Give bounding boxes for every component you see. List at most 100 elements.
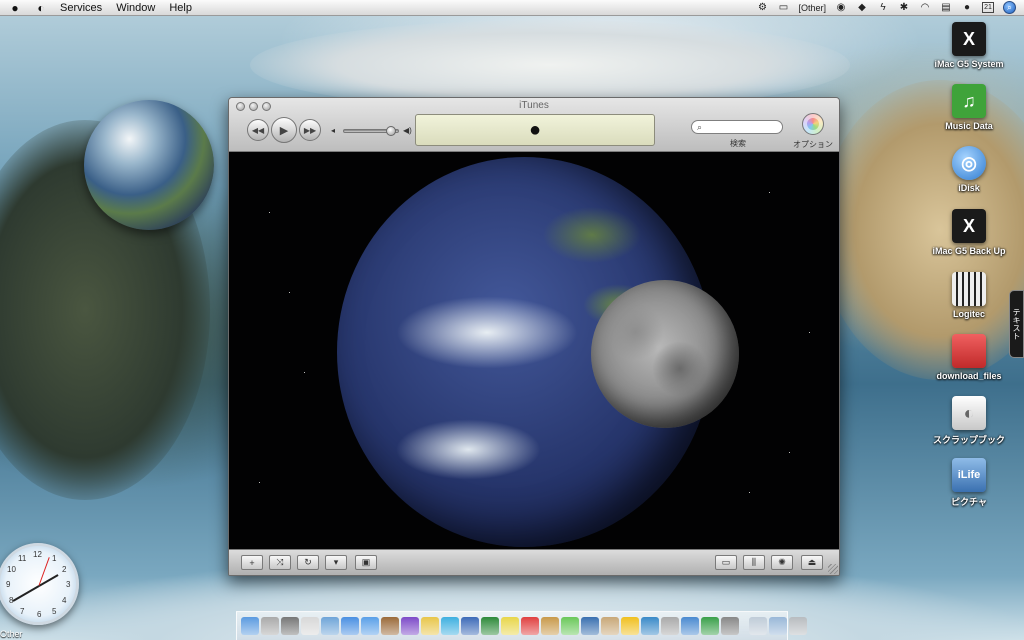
globe-widget[interactable] <box>84 100 214 230</box>
dictionary-icon[interactable] <box>601 617 619 635</box>
desktop-icon-imac-g5-system[interactable]: X iMac G5 System <box>924 22 1014 69</box>
previous-button[interactable]: ◀◀ <box>247 119 269 141</box>
apple-logo-icon: ● <box>528 118 542 141</box>
calendar-icon[interactable]: 21 <box>982 2 994 13</box>
preview-icon[interactable] <box>321 617 339 635</box>
idisk-icon: ◎ <box>952 146 986 180</box>
folder-icon[interactable] <box>441 617 459 635</box>
spaces-label[interactable]: [Other] <box>798 3 826 13</box>
clock-number: 12 <box>33 550 42 559</box>
printer-icon[interactable] <box>661 617 679 635</box>
options-label: オプション <box>793 140 833 149</box>
search-field[interactable]: ⌕ <box>691 120 783 134</box>
mac-icon[interactable] <box>261 617 279 635</box>
fullscreen-button[interactable]: ▣ <box>355 555 377 570</box>
options-area: オプション <box>791 113 835 150</box>
menubar-status-area: ⚙ ▭ [Other] ◉ ◆ ϟ ✱ ◠ ▤ ● 21 ⌕ <box>756 1 1016 14</box>
desktop-icon-idisk[interactable]: ◎ iDisk <box>924 146 1014 193</box>
pen-icon[interactable] <box>401 617 419 635</box>
system-prefs-icon[interactable] <box>721 617 739 635</box>
desktop-icon-pictures[interactable]: iLife ピクチャ <box>924 458 1014 508</box>
music-folder-icon: ♫ <box>952 84 986 118</box>
resize-grip[interactable] <box>828 564 838 574</box>
clock-number: 7 <box>20 607 25 616</box>
shuffle-button[interactable]: ⤨ <box>269 555 291 570</box>
bolt-icon[interactable]: ϟ <box>877 2 889 13</box>
user-icon[interactable]: ● <box>961 2 973 13</box>
volume-knob[interactable] <box>386 125 396 136</box>
downloads-folder-icon[interactable] <box>769 617 787 635</box>
next-button[interactable]: ▶▶ <box>299 119 321 141</box>
app-menu-icon[interactable]: ◐ <box>34 1 48 15</box>
ruler-icon[interactable] <box>301 617 319 635</box>
folder-icon[interactable] <box>421 617 439 635</box>
address-icon[interactable] <box>381 617 399 635</box>
calendar-icon[interactable] <box>521 617 539 635</box>
browse-button[interactable]: ▭ <box>715 555 737 570</box>
visualizer-area <box>229 152 839 549</box>
add-playlist-button[interactable]: + <box>241 555 263 570</box>
itunes-icon[interactable] <box>561 617 579 635</box>
now-playing-display[interactable]: ● <box>415 114 655 146</box>
clock-number: 2 <box>62 565 67 574</box>
stickies-icon[interactable] <box>501 617 519 635</box>
timemachine-icon[interactable]: ◉ <box>835 2 847 13</box>
photo-icon[interactable] <box>641 617 659 635</box>
warning-icon[interactable] <box>621 617 639 635</box>
equalizer-button[interactable]: ⫼ <box>743 555 765 570</box>
x-drive-icon: X <box>952 22 986 56</box>
spotlight-icon[interactable]: ⌕ <box>1003 1 1016 14</box>
spaces-icon[interactable]: ▭ <box>777 2 789 13</box>
menu-window[interactable]: Window <box>116 2 155 14</box>
ichat-icon[interactable] <box>361 617 379 635</box>
network-icon[interactable] <box>681 617 699 635</box>
desktop-icon-label: Logitec <box>952 309 985 319</box>
x-drive-icon: X <box>952 209 986 243</box>
documents-folder-icon[interactable] <box>749 617 767 635</box>
star <box>809 332 810 333</box>
text-drawer-tab[interactable]: テキスト <box>1009 290 1024 358</box>
script-menu-icon[interactable]: ⚙ <box>756 2 768 13</box>
globe-icon[interactable] <box>701 617 719 635</box>
itunes-toolbar: iTunes ◀◀ ▶ ▶▶ ◂ ◀) ● ⌕ 検索 オプション <box>229 98 839 152</box>
clock-widget[interactable]: 12 3 6 9 1 2 4 5 7 8 10 11 <box>0 543 79 625</box>
flag-icon[interactable]: ▤ <box>940 2 952 13</box>
iphoto-icon[interactable] <box>581 617 599 635</box>
wifi-icon[interactable]: ◠ <box>919 2 931 13</box>
window-title: iTunes <box>519 100 549 111</box>
excel-icon[interactable] <box>481 617 499 635</box>
play-button[interactable]: ▶ <box>271 117 297 143</box>
desktop-icon-logitec[interactable]: Logitec <box>924 272 1014 319</box>
menu-services[interactable]: Services <box>60 2 102 14</box>
desktop-icon-scrapbook[interactable]: ◐ スクラップブック <box>924 396 1014 446</box>
transport-controls: ◀◀ ▶ ▶▶ <box>247 117 321 143</box>
desktop-icon-download-files[interactable]: download_files <box>924 334 1014 381</box>
desktop-icon-label: ピクチャ <box>951 497 987 507</box>
apple-menu-icon[interactable]: ● <box>8 1 22 15</box>
clock-number: 6 <box>37 610 42 619</box>
menu-help[interactable]: Help <box>169 2 192 14</box>
repeat-button[interactable]: ↻ <box>297 555 319 570</box>
word-icon[interactable] <box>461 617 479 635</box>
finder-icon[interactable] <box>241 617 259 635</box>
pictures-folder-icon: iLife <box>952 458 986 492</box>
safari-icon[interactable] <box>341 617 359 635</box>
trash-icon[interactable] <box>789 617 807 635</box>
red-folder-icon <box>952 334 986 368</box>
desktop-icon-music-data[interactable]: ♫ Music Data <box>924 84 1014 131</box>
desktop-icon-imac-g5-backup[interactable]: X iMac G5 Back Up <box>924 209 1014 256</box>
calculator-icon[interactable] <box>281 617 299 635</box>
eject-button[interactable]: ⏏ <box>801 555 823 570</box>
visualizer-button[interactable]: ✺ <box>771 555 793 570</box>
desktop-icon-label: iDisk <box>958 183 980 193</box>
show-artwork-button[interactable]: ▾ <box>325 555 347 570</box>
bluetooth-icon[interactable]: ✱ <box>898 2 910 13</box>
volume-slider[interactable] <box>343 125 399 136</box>
visualizer-options-button[interactable] <box>802 113 824 135</box>
itunes-bottom-bar: + ⤨ ↻ ▾ ▣ ▭ ⫼ ✺ ⏏ <box>229 549 839 575</box>
book-icon[interactable] <box>541 617 559 635</box>
shield-icon[interactable]: ◆ <box>856 2 868 13</box>
search-input[interactable] <box>702 122 773 132</box>
logitec-drive-icon <box>952 272 986 306</box>
clock-label: Other <box>0 629 23 639</box>
